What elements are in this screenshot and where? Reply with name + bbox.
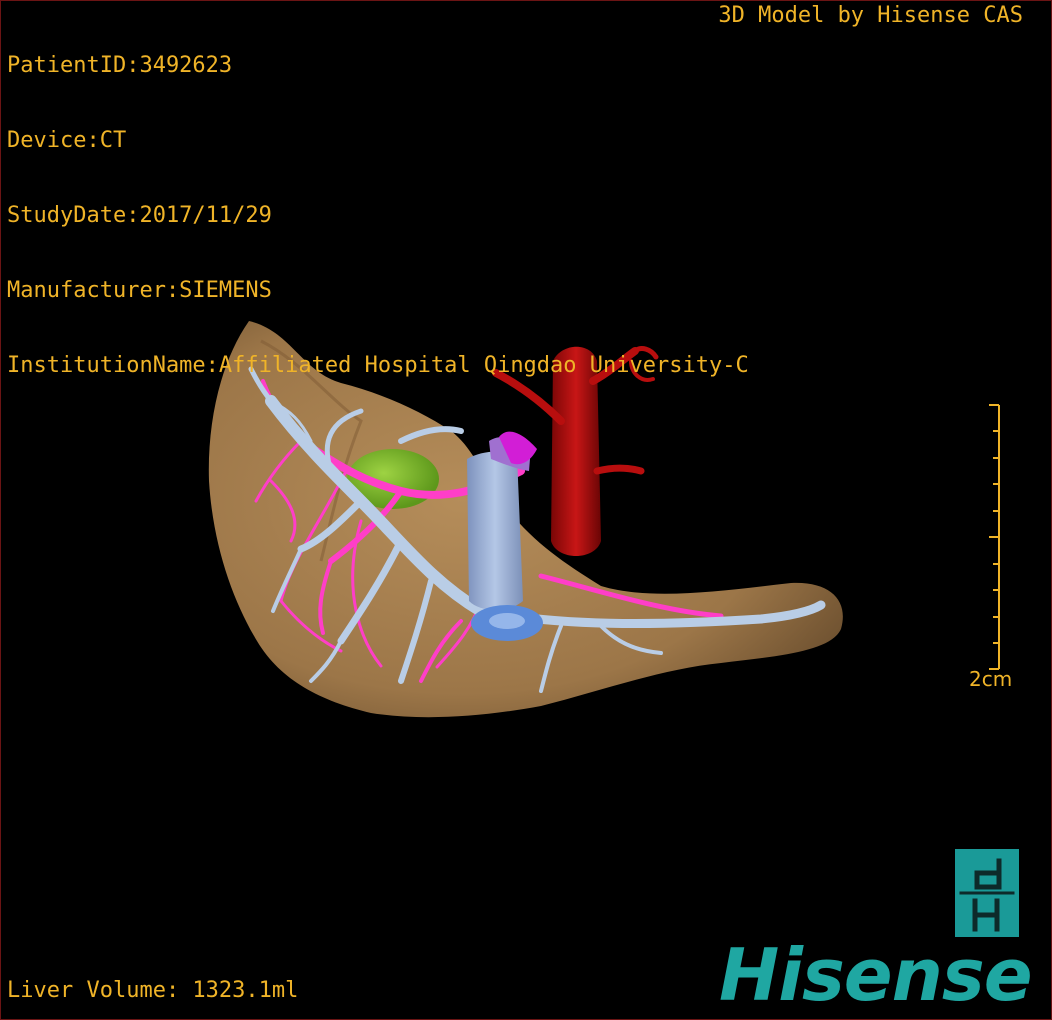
dH-logo-icon — [955, 849, 1019, 937]
device-text: Device:CT — [7, 128, 127, 153]
inferior-vena-cava — [467, 451, 523, 610]
3d-viewport[interactable]: PatientID:3492623 Device:CT StudyDate:20… — [0, 0, 1052, 1020]
scale-ruler — [989, 404, 1000, 670]
scale-label: 2cm — [969, 667, 1013, 691]
liver-volume-text: Liver Volume: 1323.1ml — [7, 978, 299, 1003]
manufacturer-text: Manufacturer:SIEMENS — [7, 278, 272, 303]
study-date-text: StudyDate:2017/11/29 — [7, 203, 272, 228]
model-title: 3D Model by Hisense CAS — [718, 3, 1023, 28]
patient-id-text: PatientID:3492623 — [7, 53, 233, 78]
patient-info-block: PatientID:3492623 Device:CT StudyDate:20… — [7, 3, 749, 428]
hisense-logo-text: Hisense — [719, 933, 1033, 1017]
institution-text: InstitutionName:Affiliated Hospital Qing… — [7, 353, 749, 378]
